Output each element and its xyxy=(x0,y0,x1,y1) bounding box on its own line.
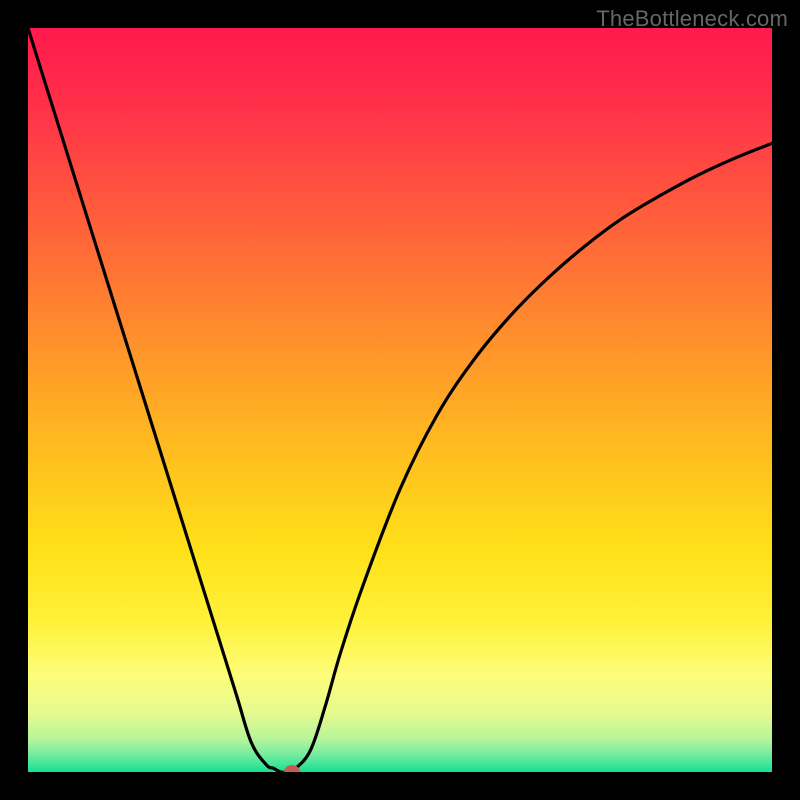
curve-layer xyxy=(28,28,772,772)
optimum-marker xyxy=(284,765,300,772)
plot-area xyxy=(28,28,772,772)
bottleneck-curve xyxy=(28,28,772,772)
chart-container: TheBottleneck.com xyxy=(0,0,800,800)
